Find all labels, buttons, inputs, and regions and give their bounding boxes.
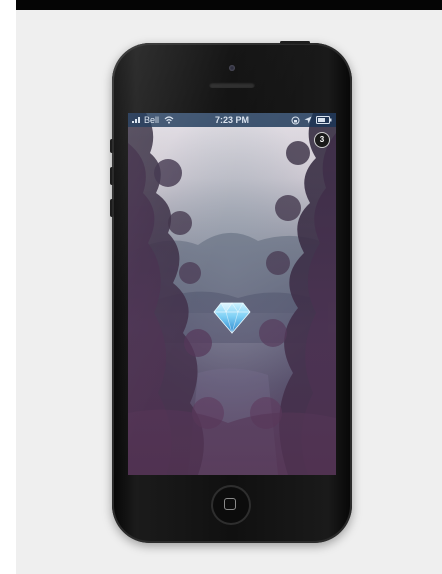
mute-switch[interactable] [110,139,114,153]
foggy-forest-photo [128,113,336,475]
home-button[interactable] [211,485,251,525]
screenshot-stage: Bell 7:23 PM 3 [0,0,442,574]
battery-icon [316,116,332,124]
top-dark-bar [16,0,442,10]
iphone-device: Bell 7:23 PM 3 [110,41,352,543]
status-right [291,113,332,127]
phone-screen[interactable]: Bell 7:23 PM 3 [128,113,336,475]
notification-badge[interactable]: 3 [314,132,330,148]
diamond-icon[interactable] [213,302,251,334]
volume-up-button[interactable] [110,167,114,185]
sleep-wake-button[interactable] [280,41,310,44]
rotation-lock-icon [291,116,300,124]
front-camera-icon [229,65,235,71]
location-arrow-icon [304,116,312,124]
home-square-icon [224,498,236,510]
earpiece-speaker [209,82,255,88]
volume-down-button[interactable] [110,199,114,217]
status-bar: Bell 7:23 PM [128,113,336,127]
